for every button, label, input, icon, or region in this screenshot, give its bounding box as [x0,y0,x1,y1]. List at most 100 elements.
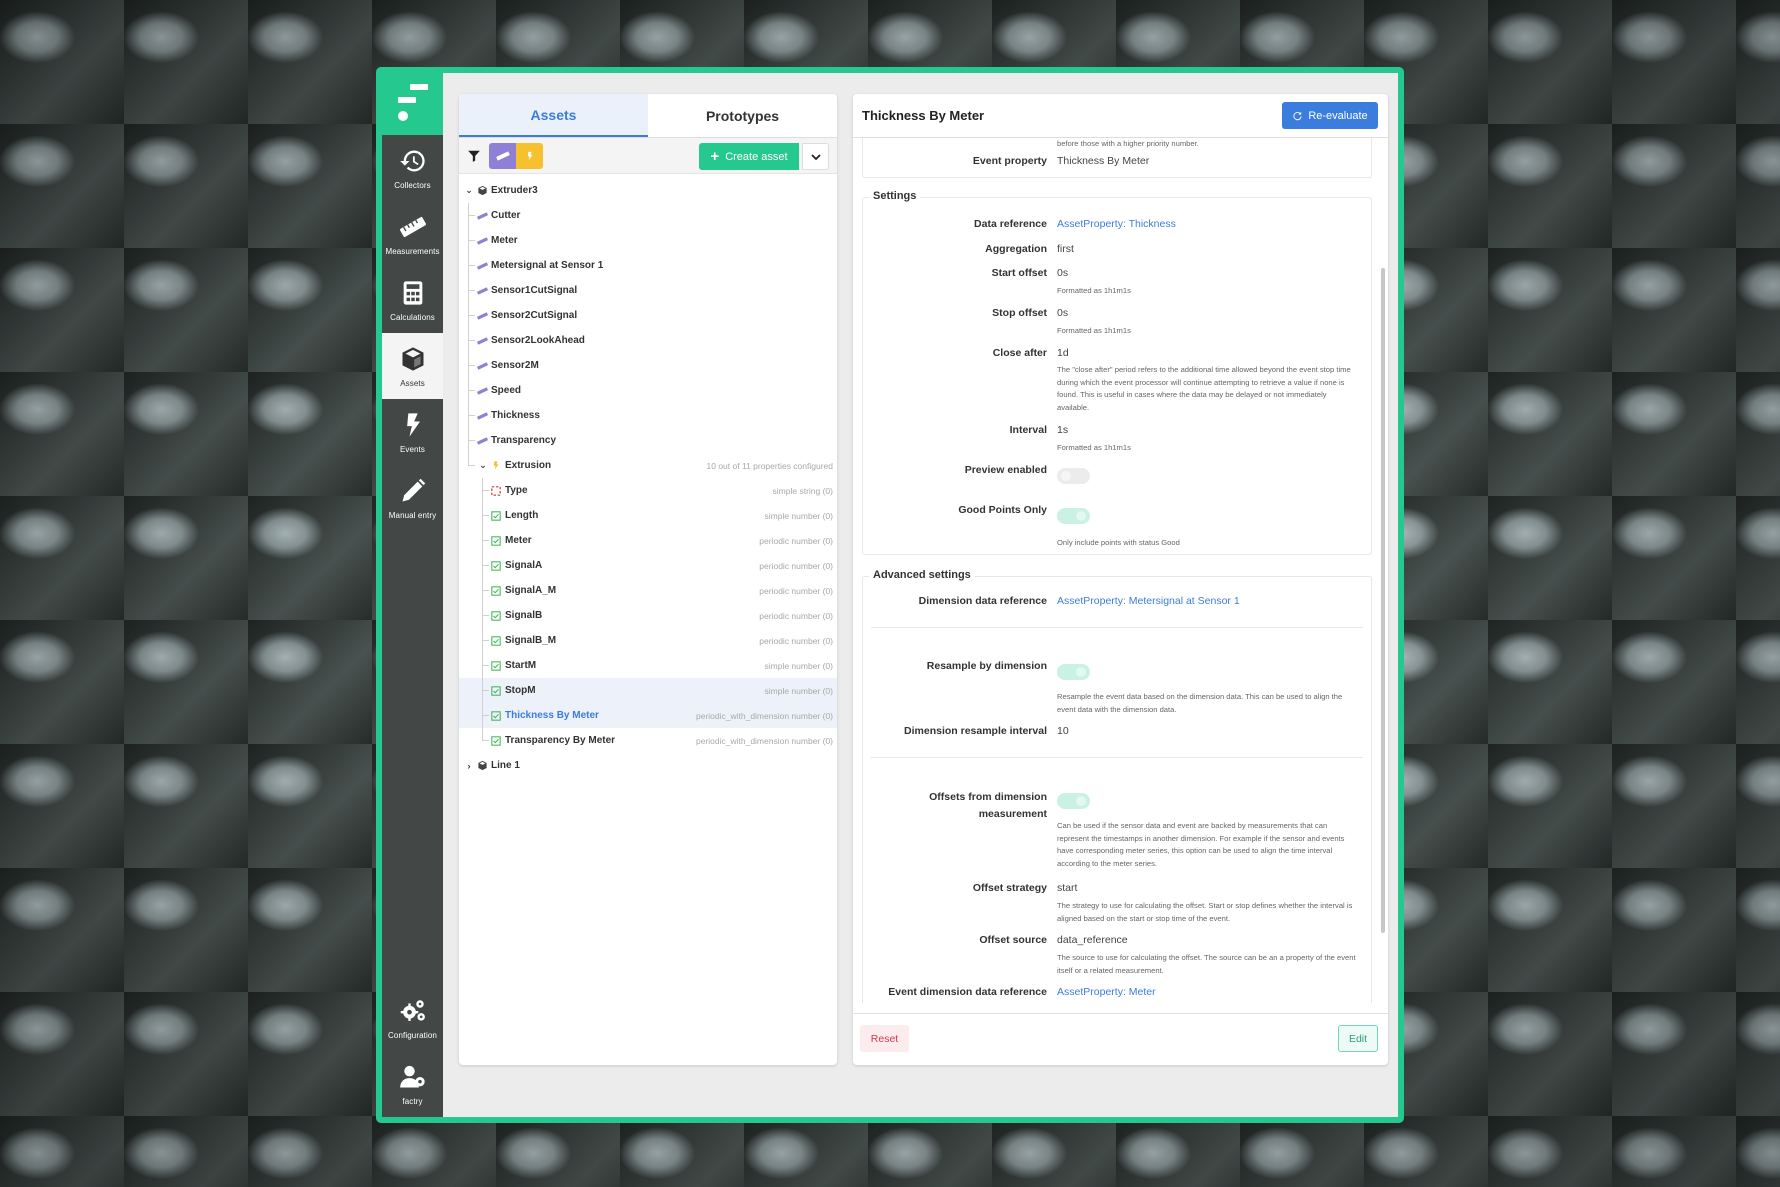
tree-connector [482,690,489,691]
tree-root-extruder3[interactable]: ⌄ Extruder3 [459,178,837,203]
field-value: start [1057,882,1078,894]
tree-item-property[interactable]: Type simple string (0) [459,478,837,503]
tree-connector [482,590,489,591]
factry-logo[interactable] [382,73,443,135]
re-evaluate-button[interactable]: Re-evaluate [1282,102,1378,129]
field-label: Start offset [991,267,1047,279]
filter-chip-measurements[interactable] [489,142,516,169]
tab-prototypes[interactable]: Prototypes [648,94,837,137]
tree-item-measurement[interactable]: Speed [459,378,837,403]
tree-item-measurement[interactable]: Cutter [459,203,837,228]
checkbox-checked-icon [489,685,503,697]
tree-item-property[interactable]: StopM simple number (0) [459,678,837,703]
chevron-right-icon[interactable]: › [463,761,475,771]
tree-item-label: Extrusion [505,460,552,471]
tree-item-property[interactable]: StartM simple number (0) [459,653,837,678]
scrollbar-thumb[interactable] [1381,268,1385,933]
page-title: Thickness By Meter [862,108,985,123]
dimension-data-reference-link[interactable]: AssetProperty: Metersignal at Sensor 1 [1057,595,1240,607]
field-help: Formatted as 1h1m1s [1057,443,1131,452]
tree-item-label: Cutter [491,210,521,221]
advanced-settings-fieldset: Advanced settings Dimension data referen… [862,569,1372,1003]
field-value: 0s [1057,307,1069,319]
field-label: Dimension resample interval [904,725,1047,737]
sidebar-item-measurements[interactable]: Measurements [382,201,443,267]
sidebar-item-label: Measurements [385,246,440,256]
tab-assets[interactable]: Assets [459,94,648,137]
divider [871,627,1363,628]
tree-connector [482,515,489,516]
property-type: simple number (0) [764,660,834,671]
ruler-icon [475,360,489,372]
tree-item-measurement[interactable]: Sensor2LookAhead [459,328,837,353]
event-dimension-data-reference-link[interactable]: AssetProperty: Meter [1057,986,1156,998]
tree-item-label: SignalA_M [505,585,557,596]
tree-item-property[interactable]: SignalA_M periodic number (0) [459,578,837,603]
filter-icon[interactable] [467,149,481,163]
filter-chip-events[interactable] [516,142,543,169]
tree-connector [482,615,489,616]
create-dropdown-button[interactable] [802,143,829,170]
field-value: first [1057,243,1074,255]
tree-item-label: Transparency [491,435,557,446]
sidebar-item-manual-entry[interactable]: Manual entry [382,465,443,531]
tree-root-line1[interactable]: › Line 1 [459,753,837,778]
tree-item-property[interactable]: Thickness By Meter periodic_with_dimensio… [459,703,837,728]
tree-connector [468,290,475,291]
tree-item-measurement[interactable]: Meter [459,228,837,253]
checkbox-checked-icon [489,735,503,747]
sidebar-item-calculations[interactable]: Calculations [382,267,443,333]
divider [871,757,1363,758]
sidebar-item-configuration[interactable]: Configuration [382,985,443,1051]
property-type: simple number (0) [764,685,834,696]
preview-enabled-toggle[interactable] [1057,468,1090,484]
field-help: Formatted as 1h1m1s [1057,286,1131,295]
offsets-from-dimension-toggle[interactable] [1057,793,1090,809]
tree-item-property[interactable]: SignalB_M periodic number (0) [459,628,837,653]
checkbox-checked-icon [489,610,503,622]
checkbox-checked-icon [489,710,503,722]
property-detail-panel: Thickness By Meter Re-evaluate before th… [853,94,1388,1065]
tree-item-measurement[interactable]: Sensor1CutSignal [459,278,837,303]
tree-item-property[interactable]: Meter periodic number (0) [459,528,837,553]
tree-item-event-extrusion[interactable]: ⌄ Extrusion 10 out of 11 properties config… [459,453,837,478]
resample-by-dimension-toggle[interactable] [1057,664,1090,680]
tree-item-measurement[interactable]: Metersignal at Sensor 1 [459,253,837,278]
tree-item-label: SignalB_M [505,635,557,646]
tree-item-measurement[interactable]: Thickness [459,403,837,428]
sidebar-item-assets[interactable]: Assets [382,333,443,399]
tree-item-measurement[interactable]: Transparency [459,428,837,453]
chevron-down-icon[interactable]: ⌄ [463,185,475,196]
good-points-toggle[interactable] [1057,508,1090,524]
cube-icon [475,185,489,197]
tree-connector [468,365,475,366]
tree-item-measurement[interactable]: Sensor2CutSignal [459,303,837,328]
field-help: The source to use for calculating the of… [1057,953,1356,975]
field-label: Offset source [979,934,1047,946]
data-reference-link[interactable]: AssetProperty: Thickness [1057,218,1176,230]
tree-item-property[interactable]: Transparency By Meter periodic_with_dimen… [459,728,837,753]
chevron-down-icon[interactable]: ⌄ [477,460,489,471]
tree-item-property[interactable]: Length simple number (0) [459,503,837,528]
advanced-legend: Advanced settings [869,569,975,581]
settings-fieldset: Settings Data reference AssetProperty: T… [862,190,1372,555]
field-label: Good Points Only [958,504,1047,516]
sidebar-item-collectors[interactable]: Collectors [382,135,443,201]
tree-item-measurement[interactable]: Sensor2M [459,353,837,378]
app-frame: Collectors Measurements Calculations Ass… [376,67,1404,1123]
sidebar-item-user[interactable]: factry [382,1051,443,1117]
sidebar-item-label: Manual entry [388,510,437,520]
tree-item-property[interactable]: SignalB periodic number (0) [459,603,837,628]
detail-scrollbar[interactable] [1380,138,1386,945]
sidebar-item-label: Calculations [390,312,435,322]
create-asset-button[interactable]: + Create asset [699,143,799,170]
edit-button[interactable]: Edit [1338,1025,1378,1052]
tree-connector [468,215,475,216]
re-evaluate-label: Re-evaluate [1308,109,1368,122]
sidebar-item-events[interactable]: Events [382,399,443,465]
tree-connector [468,315,475,316]
field-label: Offsets from dimension measurement [929,791,1047,820]
tree-item-property[interactable]: SignalA periodic number (0) [459,553,837,578]
field-label: Stop offset [992,307,1047,319]
reset-button[interactable]: Reset [860,1025,909,1052]
